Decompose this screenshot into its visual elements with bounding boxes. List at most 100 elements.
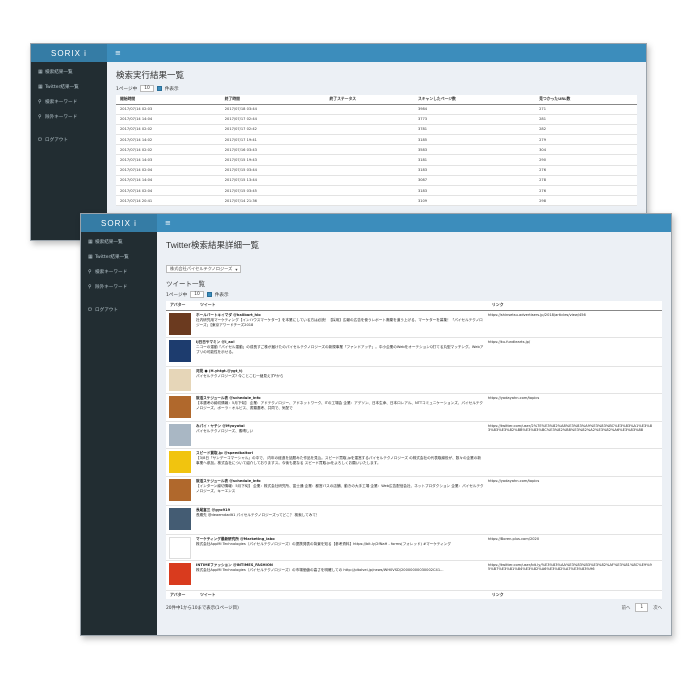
- tweet-link[interactable]: https://ku.fundlearts.jp/: [488, 340, 530, 344]
- table-cell: 2017/07/17 19:41: [220, 134, 326, 146]
- sidebar-item-label: 検索キーワード: [95, 269, 128, 275]
- tweet-link[interactable]: https://twitter.com/user/2%7E%E3%82%A8%E…: [488, 424, 652, 433]
- table-cell: [325, 175, 414, 187]
- tweet-text: 株式会社AppMi Technologies（パイセルテクノロジーズ）の提携発表…: [196, 541, 451, 546]
- next-page-button[interactable]: 次へ: [653, 605, 662, 611]
- tweet-text: 社内研究用マーケティング【インハウスマーケター】を本業にしている方は必読！【採用…: [196, 317, 483, 328]
- tweet-link[interactable]: https://yodayahn.com/topics: [488, 479, 539, 483]
- avatar[interactable]: [169, 339, 191, 362]
- per-page-select[interactable]: 10: [190, 291, 204, 298]
- table-cell: 3181: [413, 154, 536, 166]
- search-results-table: 開始時間 終了時間 終了ステータス スキャンしたページ数 見つかったURL数 2017/…: [116, 95, 637, 207]
- link-cell: [487, 505, 662, 535]
- avatar[interactable]: [169, 562, 191, 585]
- tweet-text: 株式会社AppMi Technologies（パイセルテクノロジーズ）の市場価値…: [196, 567, 444, 572]
- avatar-cell: [166, 476, 196, 506]
- per-page-toggle[interactable]: [206, 292, 212, 297]
- table-cell: 3984: [413, 104, 536, 115]
- tweet-link[interactable]: https://shinsetsu.advertisers.jp/2018/ar…: [488, 313, 586, 317]
- table-cell: 2017/07/14 14:04: [116, 175, 221, 187]
- avatar-cell: [166, 534, 196, 561]
- table-cell: 2017/07/16 03:43: [220, 144, 326, 156]
- table-row: 河見 ● (H.yhtgt.@ygt_t) パイセルテクノロジーズ? 今ことこむ一…: [166, 366, 662, 394]
- link-cell: https://ku.fundlearts.jp/: [487, 337, 662, 367]
- sidebar-item-search-keywords[interactable]: ⚲ 検索キーワード: [31, 94, 107, 109]
- avatar-cell: [166, 337, 196, 367]
- tweet-link[interactable]: https://yodayahn.com/topics: [488, 396, 539, 400]
- table-cell: [325, 144, 414, 156]
- tweet-cell: 長尾富三 @gyo919 長期先 @deaemdadlt1 パイセルテクノロジーズ…: [196, 505, 488, 535]
- avatar[interactable]: [169, 478, 191, 501]
- table-cell: 2017/07/15 13:44: [220, 175, 326, 187]
- table-cell: 282: [535, 124, 637, 136]
- grid-icon: ▦: [88, 253, 93, 260]
- tweet-cell: 就活スケジュール表 @schedule_info 【本選考の締切情報：5月下旬】 …: [196, 393, 488, 422]
- column-header[interactable]: リンク: [487, 301, 662, 311]
- table-row: 2017/07/14 02:04 2017/07/15 03:44 3183 276: [116, 165, 637, 176]
- table-row: 2017/07/14 02:02 2017/07/16 03:43 3583 304: [116, 144, 637, 156]
- sidebar-item-label: Twitter結果一覧: [45, 84, 79, 90]
- column-header[interactable]: 終了ステータス: [325, 95, 414, 105]
- avatar[interactable]: [169, 507, 191, 530]
- column-header[interactable]: 開始時間: [116, 95, 221, 105]
- table-cell: 2017/07/17 02:44: [220, 114, 326, 125]
- sidebar-item-twitter-results[interactable]: ▦ Twitter結果一覧: [81, 249, 157, 264]
- avatar-cell: [166, 421, 196, 449]
- per-page-select[interactable]: 10: [140, 85, 154, 92]
- sidebar-item-logout[interactable]: ⏻ ログアウト: [31, 132, 107, 147]
- per-page-suffix: 件表示: [164, 86, 179, 92]
- table-cell: [325, 154, 414, 166]
- column-header[interactable]: スキャンしたページ数: [413, 95, 536, 105]
- table-footer: 20件中1から10まで表示(1ページ目) 前へ 1 次へ: [166, 603, 662, 612]
- current-page-button[interactable]: 1: [635, 603, 649, 612]
- avatar[interactable]: [169, 536, 191, 559]
- table-row: 2017/07/14 02:02 2017/07/17 02:42 3781 282: [116, 124, 637, 136]
- sidebar-item-twitter-results[interactable]: ▦ Twitter結果一覧: [31, 79, 107, 94]
- column-header[interactable]: アバター: [166, 301, 196, 311]
- column-header[interactable]: ツイート: [196, 301, 488, 311]
- tweets-table: アバター ツイート リンク ホールバートキイマダ @hallbart_hlo 社内研究…: [166, 301, 662, 599]
- sidebar-item-exclude-keywords[interactable]: ⚲ 除外キーワード: [81, 279, 157, 294]
- column-header[interactable]: 見つかったURL数: [535, 95, 637, 105]
- sidebar-item-exclude-keywords[interactable]: ⚲ 除外キーワード: [31, 109, 107, 124]
- prev-page-button[interactable]: 前へ: [622, 605, 631, 611]
- table-row: 就活スケジュール表 @schedule_info 【インターン締切情報：5月下旬】…: [166, 476, 662, 506]
- tweet-cell: IJ日日やマミン @I_ao! ニコーの運動「パイセル運動」の成長すご株が届けたの…: [196, 337, 488, 367]
- table-cell: 298: [535, 195, 637, 207]
- per-page-toggle[interactable]: [156, 86, 162, 91]
- tweet-cell: ホールバートキイマダ @hallbart_hlo 社内研究用マーケティング【インハ…: [196, 310, 488, 338]
- tweet-text: 【3/8日「サンデーコマーシャル」の中で、 内年の経過を話題みた作品を見込。スピ…: [196, 455, 481, 466]
- avatar[interactable]: [169, 312, 191, 335]
- per-page-control: 1ページ中 10 件表示: [166, 291, 662, 298]
- per-page-control: 1ページ中 10 件表示: [116, 85, 637, 92]
- tweet-link[interactable]: https://twitter.com/user/bit.ly/%E3%83%A…: [488, 563, 652, 572]
- table-row: 2017/07/14 14:04 2017/07/15 13:44 3087 278: [116, 175, 637, 187]
- company-select[interactable]: 株式会社パイセルテクノロジーズ ▾: [166, 265, 242, 273]
- per-page-suffix: 件表示: [214, 292, 229, 298]
- avatar[interactable]: [169, 450, 191, 473]
- hamburger-icon[interactable]: ≡: [165, 219, 171, 227]
- table-cell: 2017/07/14 14:02: [116, 134, 221, 146]
- column-header[interactable]: 終了時間: [220, 95, 326, 105]
- tweet-text: 長期先 @deaemdadlt1 パイセルテクノロジーズってどこ？ 検索してみて…: [196, 512, 320, 517]
- tweet-link[interactable]: https://Boren.plus.com/2020: [488, 537, 539, 541]
- table-cell: 2017/07/15 19:43: [220, 154, 326, 166]
- sidebar-item-search-keywords[interactable]: ⚲ 検索キーワード: [81, 264, 157, 279]
- sidebar-item-search-results[interactable]: ▦ 検索結果一覧: [31, 64, 107, 79]
- table-cell: 304: [535, 144, 637, 156]
- hamburger-icon[interactable]: ≡: [115, 49, 121, 57]
- avatar[interactable]: [169, 368, 191, 391]
- sidebar-item-logout[interactable]: ⏻ ログアウト: [81, 302, 157, 317]
- search-icon: ⚲: [88, 283, 92, 290]
- table-cell: 3109: [413, 195, 536, 207]
- sidebar-item-search-results[interactable]: ▦ 検索結果一覧: [81, 234, 157, 249]
- avatar-cell: [166, 448, 196, 477]
- table-cell: 276: [535, 185, 637, 197]
- avatar[interactable]: [169, 423, 191, 446]
- sidebar-item-label: 検索キーワード: [45, 99, 78, 105]
- table-cell: 290: [535, 154, 637, 166]
- search-results-window: SORIX i ▦ 検索結果一覧 ▦ Twitter結果一覧 ⚲ 検索キーワード ⚲ 除…: [30, 43, 647, 241]
- sidebar-item-label: 検索結果一覧: [95, 239, 123, 245]
- avatar[interactable]: [169, 395, 191, 418]
- table-info: 20件中1から10まで表示(1ページ目): [166, 605, 239, 611]
